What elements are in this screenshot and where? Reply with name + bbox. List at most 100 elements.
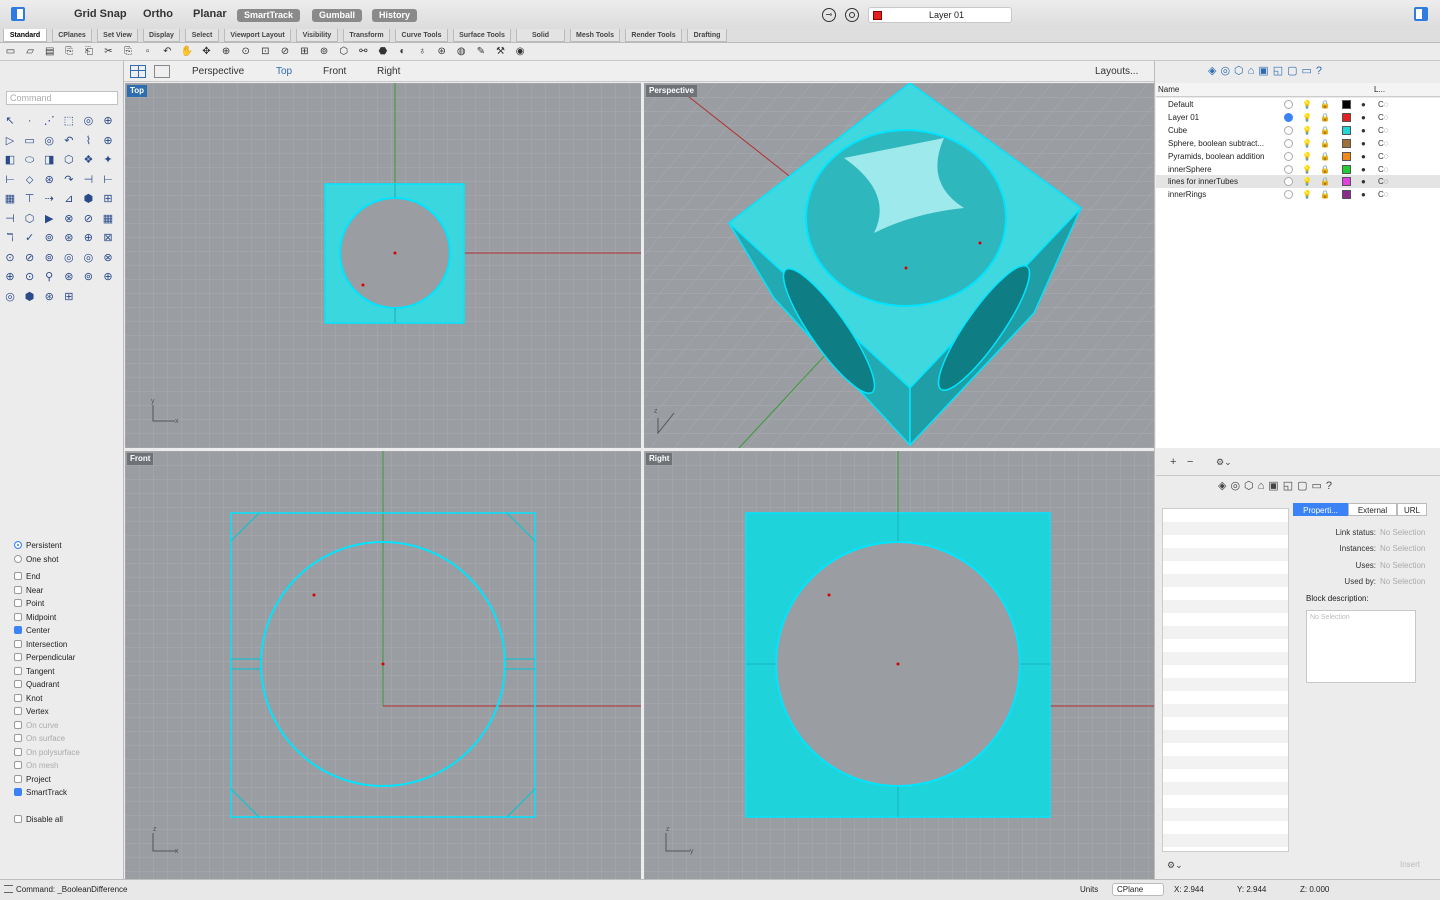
- layer-color-swatch[interactable]: [1342, 100, 1351, 109]
- tool-icon[interactable]: ⊚: [42, 231, 56, 245]
- tool-icon[interactable]: ⊿: [62, 192, 76, 206]
- record-history-icon[interactable]: ⊸: [822, 8, 836, 22]
- tool-icon[interactable]: ◎: [81, 251, 95, 265]
- tool-icon[interactable]: ❖: [81, 153, 95, 167]
- material-icon[interactable]: ●: [1361, 150, 1366, 163]
- toolbar-icon[interactable]: ⎘: [63, 45, 76, 58]
- osnap-quadrant[interactable]: Quadrant: [14, 679, 59, 690]
- material-icon[interactable]: ●: [1361, 137, 1366, 150]
- lock-icon[interactable]: 🔒: [1320, 188, 1330, 201]
- tab-render-tools[interactable]: Render Tools: [625, 29, 682, 42]
- tool-icon[interactable]: ⊣: [81, 173, 95, 187]
- osnap-intersection[interactable]: Intersection: [14, 639, 67, 650]
- tool-icon[interactable]: ⊛: [42, 290, 56, 304]
- viewport-right[interactable]: z y Right: [644, 451, 1154, 879]
- tool-icon[interactable]: ⊚: [81, 270, 95, 284]
- osnap-knot[interactable]: Knot: [14, 693, 42, 704]
- tab-cplanes[interactable]: CPlanes: [52, 29, 92, 42]
- properties-tab-1[interactable]: External: [1348, 503, 1397, 516]
- linetype-icon[interactable]: C◌: [1378, 175, 1389, 188]
- linetype-icon[interactable]: C◌: [1378, 111, 1389, 124]
- material-icon[interactable]: ●: [1361, 188, 1366, 201]
- viewport-perspective-label[interactable]: Perspective: [646, 85, 697, 97]
- tool-icon[interactable]: ⊙: [23, 270, 37, 284]
- lock-icon[interactable]: 🔒: [1320, 163, 1330, 176]
- tool-icon[interactable]: ·: [23, 114, 37, 128]
- osnap-near[interactable]: Near: [14, 585, 43, 596]
- layer-color-swatch[interactable]: [1342, 112, 1351, 122]
- toolbar-icon[interactable]: ↶: [161, 45, 174, 58]
- visibility-bulb-icon[interactable]: 💡: [1302, 150, 1312, 163]
- add-layer-button[interactable]: +: [1170, 456, 1176, 468]
- toolbar-icon[interactable]: ⊞: [298, 45, 311, 58]
- toolbar-icon[interactable]: ⚒: [494, 45, 507, 58]
- lock-icon[interactable]: 🔒: [1320, 124, 1330, 137]
- panel-tabs-icons[interactable]: ◈◎⬡⌂▣◱▢▭?: [1208, 64, 1326, 77]
- tool-icon[interactable]: ↶: [62, 134, 76, 148]
- tool-icon[interactable]: ⊞: [101, 192, 115, 206]
- current-layer-radio[interactable]: [1284, 177, 1293, 187]
- toolbar-icon[interactable]: ♁: [416, 45, 429, 58]
- tool-icon[interactable]: ⬡: [62, 153, 76, 167]
- visibility-bulb-icon[interactable]: 💡: [1302, 124, 1312, 137]
- osnap-perpendicular[interactable]: Perpendicular: [14, 652, 75, 663]
- visibility-bulb-icon[interactable]: 💡: [1302, 98, 1312, 111]
- linetype-icon[interactable]: C◌: [1378, 124, 1389, 137]
- osnap-on-curve[interactable]: On curve: [14, 720, 58, 731]
- properties-tab-0[interactable]: Properti...: [1293, 503, 1348, 516]
- current-layer-radio[interactable]: [1284, 125, 1293, 135]
- layer-color-swatch[interactable]: [1342, 138, 1351, 148]
- tab-drafting[interactable]: Drafting: [687, 29, 727, 42]
- viewport-top-label[interactable]: Top: [127, 85, 148, 97]
- properties-panel-icons[interactable]: ◈◎⬡⌂▣◱▢▭?: [1218, 479, 1336, 492]
- osnap-point[interactable]: Point: [14, 598, 44, 609]
- units-label[interactable]: Units: [1080, 885, 1098, 894]
- current-layer-radio[interactable]: [1284, 164, 1293, 174]
- tool-icon[interactable]: ⊛: [62, 270, 76, 284]
- toolbar-icon[interactable]: ⎘: [122, 45, 135, 58]
- visibility-bulb-icon[interactable]: 💡: [1302, 175, 1312, 188]
- toolbar-icon[interactable]: ⬡: [337, 45, 350, 58]
- tool-icon[interactable]: ⌇: [81, 134, 95, 148]
- toolbar-icon[interactable]: ▤: [43, 45, 56, 58]
- tool-icon[interactable]: ℸ: [3, 231, 17, 245]
- tool-icon[interactable]: ◧: [3, 153, 17, 167]
- lock-icon[interactable]: 🔒: [1320, 98, 1330, 111]
- viewport-top[interactable]: y x Top: [125, 83, 641, 448]
- layer-color-swatch[interactable]: [1342, 151, 1351, 161]
- osnap-persistent[interactable]: Persistent: [14, 540, 62, 551]
- tool-icon[interactable]: ⬡: [23, 212, 37, 226]
- layer-row[interactable]: Sphere, boolean subtract... 💡 🔒 ● C◌: [1156, 137, 1440, 150]
- linetype-icon[interactable]: C◌: [1378, 98, 1389, 111]
- osnap-smarttrack[interactable]: SmartTrack: [14, 787, 67, 798]
- block-description-field[interactable]: No Selection: [1306, 610, 1416, 683]
- filter-icon[interactable]: [845, 8, 859, 22]
- toolbar-icon[interactable]: ⊘: [278, 45, 291, 58]
- toolbar-icon[interactable]: ⬣: [376, 45, 389, 58]
- layer-color-swatch[interactable]: [1342, 164, 1351, 174]
- toolbar-icon[interactable]: ▱: [24, 45, 37, 58]
- osnap-on-surface[interactable]: On surface: [14, 733, 65, 744]
- tool-icon[interactable]: ⊛: [42, 173, 56, 187]
- tab-mesh-tools[interactable]: Mesh Tools: [570, 29, 620, 42]
- osnap-end[interactable]: End: [14, 571, 40, 582]
- tool-icon[interactable]: ⋰: [42, 114, 56, 128]
- tool-icon[interactable]: ⬚: [62, 114, 76, 128]
- lock-icon[interactable]: 🔒: [1320, 111, 1330, 124]
- current-layer-radio[interactable]: [1284, 190, 1293, 200]
- visibility-bulb-icon[interactable]: 💡: [1302, 111, 1312, 124]
- material-icon[interactable]: ●: [1361, 98, 1366, 111]
- tool-icon[interactable]: ⊛: [62, 231, 76, 245]
- tool-icon[interactable]: ⊕: [3, 270, 17, 284]
- smarttrack-button[interactable]: SmartTrack: [237, 9, 301, 22]
- lock-icon[interactable]: 🔒: [1320, 175, 1330, 188]
- layer-row[interactable]: Default 💡 🔒 ● C◌: [1156, 98, 1440, 111]
- grid-snap-button[interactable]: Grid Snap: [74, 8, 127, 20]
- cplane-select[interactable]: CPlane: [1112, 883, 1164, 896]
- layer-row[interactable]: Layer 01 💡 🔒 ● C◌: [1156, 111, 1440, 124]
- current-layer-radio[interactable]: [1284, 100, 1293, 109]
- tab-transform[interactable]: Transform: [343, 29, 390, 42]
- tool-icon[interactable]: ⊤: [23, 192, 37, 206]
- tool-icon[interactable]: ⊕: [101, 134, 115, 148]
- osnap-midpoint[interactable]: Midpoint: [14, 612, 56, 623]
